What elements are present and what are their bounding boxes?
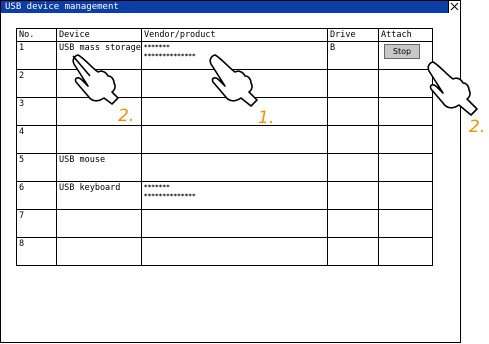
cell-drive: B (327, 41, 379, 70)
cell-no: 2 (16, 69, 57, 98)
vendor-text (144, 127, 325, 136)
close-icon (450, 2, 459, 11)
cell-attach (378, 125, 433, 154)
column-header-drive: Drive (327, 28, 379, 42)
cell-no: 8 (16, 237, 57, 266)
cell-no: 6 (16, 181, 57, 210)
cell-no: 5 (16, 153, 57, 182)
callout-number: 2. (118, 106, 135, 126)
cell-vendor-product: ******* ************** (141, 181, 328, 210)
cell-attach (378, 209, 433, 238)
cell-vendor-product (141, 125, 328, 154)
product-text: ************** (144, 192, 196, 200)
cell-device (56, 209, 142, 238)
vendor-text (144, 239, 325, 248)
vendor-text: ******* (144, 183, 170, 191)
table-row[interactable]: 8 (16, 237, 433, 266)
column-header-attach: Attach (378, 28, 433, 42)
vendor-text (144, 155, 325, 164)
table-header-row: No. Device Vendor/product Drive Attach (16, 28, 433, 42)
pointing-hand-icon (427, 61, 478, 116)
column-header-vendor-product: Vendor/product (141, 28, 328, 42)
vendor-text: ******* (144, 43, 170, 51)
cell-vendor-product (141, 153, 328, 182)
cell-vendor-product (141, 237, 328, 266)
product-text (144, 136, 325, 145)
cell-drive (327, 97, 379, 126)
cell-drive (327, 209, 379, 238)
cell-no: 4 (16, 125, 57, 154)
pointing-hand-icon (209, 54, 258, 107)
cell-attach (378, 153, 433, 182)
cell-drive (327, 153, 379, 182)
cell-no: 3 (16, 97, 57, 126)
cell-device (56, 125, 142, 154)
cell-drive (327, 125, 379, 154)
cell-attach (378, 181, 433, 210)
column-header-no: No. (16, 28, 57, 42)
table-row[interactable]: 5 USB mouse (16, 153, 433, 182)
pointing-hand-icon (72, 54, 119, 105)
close-button[interactable] (448, 1, 460, 13)
window-title-bar: USB device management (1, 1, 460, 13)
cell-vendor-product (141, 209, 328, 238)
cell-device: USB keyboard (56, 181, 142, 210)
product-text (144, 248, 325, 257)
cell-attach (378, 237, 433, 266)
cell-no: 1 (16, 41, 57, 70)
product-text (144, 164, 325, 173)
stop-button[interactable]: Stop (384, 44, 420, 59)
cell-device (56, 237, 142, 266)
cell-device: USB mouse (56, 153, 142, 182)
table-row[interactable]: 6 USB keyboard ******* ************** (16, 181, 433, 210)
cell-drive (327, 69, 379, 98)
callout-number: 2. (469, 117, 486, 137)
cell-drive (327, 237, 379, 266)
table-row[interactable]: 4 (16, 125, 433, 154)
product-text (144, 220, 325, 229)
table-row[interactable]: 7 (16, 209, 433, 238)
callout-number: 1. (258, 108, 275, 128)
cell-no: 7 (16, 209, 57, 238)
vendor-text (144, 211, 325, 220)
column-header-device: Device (56, 28, 142, 42)
window-title: USB device management (5, 2, 119, 12)
cell-drive (327, 181, 379, 210)
